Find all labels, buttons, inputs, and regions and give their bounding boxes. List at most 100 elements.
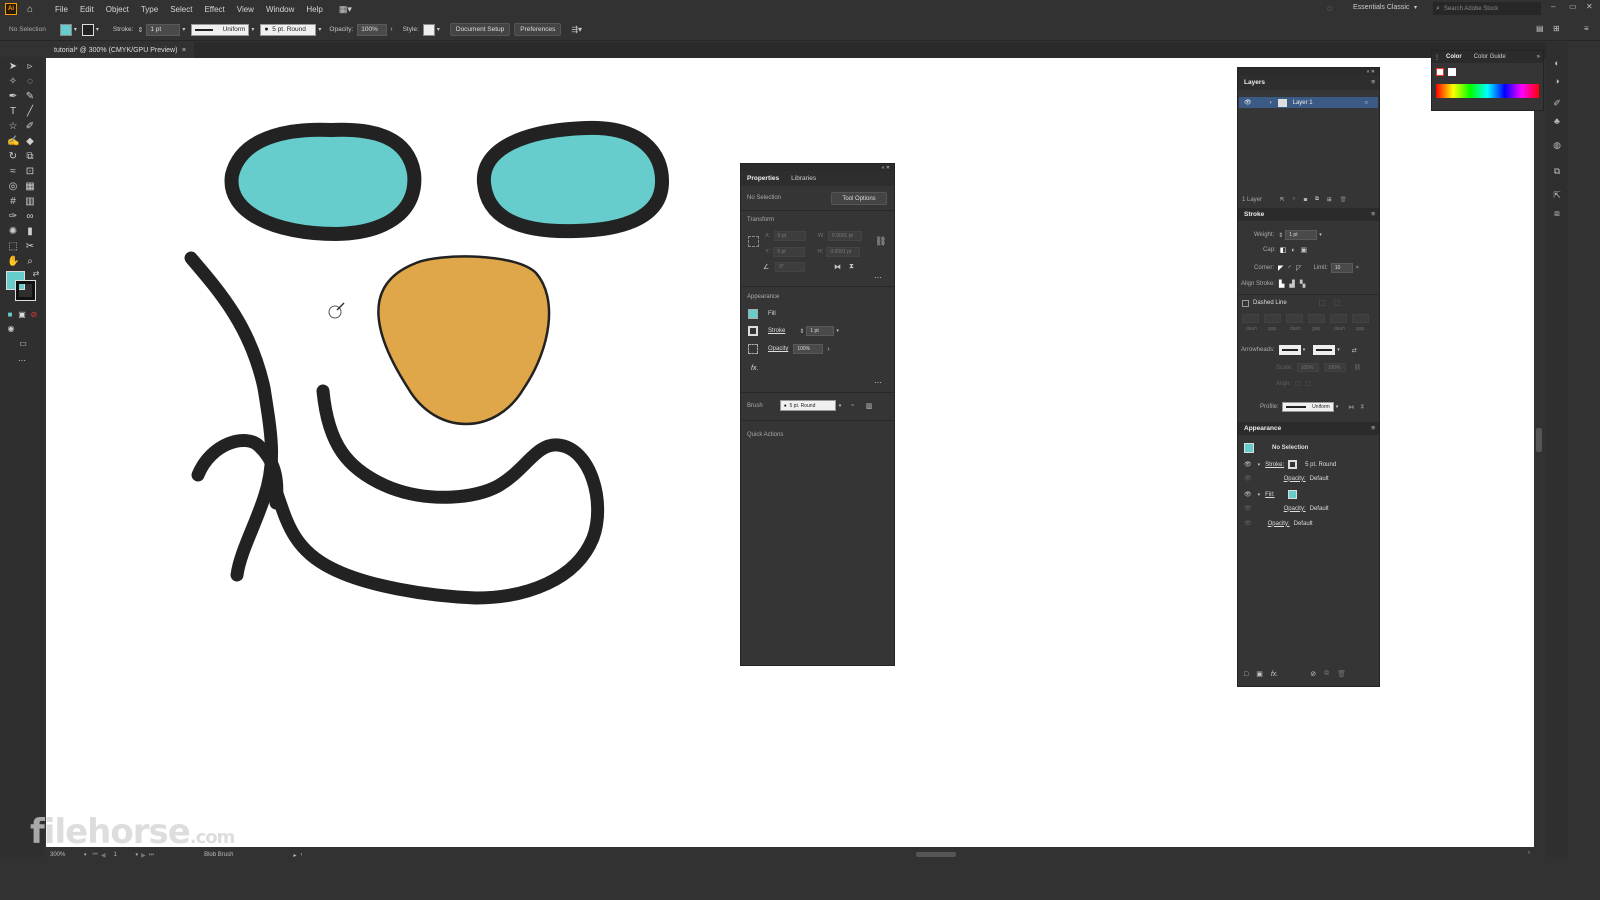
screen-mode-icon[interactable]: ▭ xyxy=(17,338,29,350)
visibility-eye-icon[interactable]: 👁 xyxy=(1244,520,1252,527)
link-icon[interactable]: ⛓ xyxy=(1354,364,1362,371)
clear-appearance-icon[interactable]: ⊘ xyxy=(1310,670,1316,678)
new-layer-icon[interactable]: ⊞ xyxy=(1327,197,1332,203)
fill-swatch[interactable] xyxy=(1288,490,1298,499)
h-field[interactable]: 0.0001 pt xyxy=(826,247,861,257)
visibility-eye-icon[interactable]: 👁 xyxy=(1244,491,1252,498)
chevron-down-icon[interactable]: ▾ xyxy=(1337,347,1340,353)
chevron-down-icon[interactable]: ▾ xyxy=(136,852,139,858)
zoom-tool-icon[interactable]: ⌕ xyxy=(24,256,36,268)
variable-width-profile[interactable]: Uniform xyxy=(191,23,250,36)
square-cap-icon[interactable]: ▣ xyxy=(1301,246,1308,254)
artboard-tool-icon[interactable]: ⬚ xyxy=(7,241,19,253)
gap-field[interactable] xyxy=(1308,314,1325,323)
perspective-grid-tool-icon[interactable]: ▦ xyxy=(24,181,36,193)
style-swatch[interactable] xyxy=(422,23,435,36)
collapse-icon[interactable]: « xyxy=(1367,69,1370,75)
chevron-down-icon[interactable]: ▾ xyxy=(437,26,440,33)
end-scale-field[interactable]: 100% xyxy=(1323,363,1346,372)
opacity-label[interactable]: Opacity: xyxy=(329,26,353,33)
chevron-right-icon[interactable]: › xyxy=(827,346,829,353)
hand-tool-icon[interactable]: ✋ xyxy=(7,256,19,268)
visibility-eye-icon[interactable]: 👁 xyxy=(1244,505,1252,512)
expand-arrow-icon[interactable]: ▾ xyxy=(1258,492,1261,498)
export-icon[interactable]: ⇱ xyxy=(1280,197,1285,203)
symbols-icon[interactable]: ♣ xyxy=(1551,116,1563,128)
limit-field[interactable]: 10 xyxy=(1330,263,1353,273)
search-stock-field[interactable]: ⌕ Search Adobe Stock xyxy=(1433,2,1541,15)
start-arrowhead-dropdown[interactable] xyxy=(1278,345,1301,355)
rotate-tool-icon[interactable]: ↻ xyxy=(7,151,19,163)
graphic-styles-icon[interactable]: ⧉ xyxy=(1551,166,1563,178)
document-setup-button[interactable]: Document Setup xyxy=(449,23,511,36)
visibility-eye-icon[interactable]: 👁 xyxy=(1244,461,1252,468)
stroke-swatch[interactable] xyxy=(81,23,94,36)
panel-menu-icon[interactable]: ≡ xyxy=(1371,425,1375,432)
layer-name[interactable]: Layer 1 xyxy=(1293,100,1313,106)
color-mode-icon[interactable]: ■ xyxy=(4,309,16,321)
swap-colors-icon[interactable]: ⇄ xyxy=(30,268,42,280)
flip-across-icon[interactable]: ⧗ xyxy=(1360,404,1364,411)
pen-tool-icon[interactable]: ✒ xyxy=(7,91,19,103)
clip-mask-icon[interactable]: ◙ xyxy=(1304,197,1307,203)
close-tab-icon[interactable]: × xyxy=(182,47,186,54)
tab-stroke[interactable]: Stroke xyxy=(1238,209,1270,221)
menu-view[interactable]: View xyxy=(237,5,254,14)
tab-appearance[interactable]: Appearance xyxy=(1238,423,1287,435)
fill-swatch[interactable] xyxy=(748,309,758,319)
shaper-tool-icon[interactable]: ✍ xyxy=(7,136,19,148)
artboard-number[interactable]: 1 xyxy=(114,852,136,858)
brush-options-icon[interactable]: ▫ xyxy=(851,402,853,409)
align-icon[interactable]: ▤ xyxy=(1536,24,1544,33)
visibility-eye-icon[interactable]: 👁 xyxy=(1244,475,1252,482)
document-tab[interactable]: tutorial* @ 300% (CMYK/GPU Preview) × xyxy=(46,42,194,58)
vertical-scrollbar[interactable] xyxy=(1536,428,1542,452)
opacity-field[interactable]: 100% xyxy=(793,344,824,354)
transparency-icon[interactable]: ◍ xyxy=(1551,140,1563,152)
chevron-down-icon[interactable]: ▾ xyxy=(1303,347,1306,353)
arrow-tip-beyond-icon[interactable]: ⬚ xyxy=(1295,380,1301,387)
start-scale-field[interactable]: 100% xyxy=(1296,363,1319,372)
maximize-icon[interactable]: ▭ xyxy=(1569,2,1577,11)
stroke-swatch[interactable] xyxy=(748,326,758,336)
asset-export-icon[interactable]: ⇱ xyxy=(1551,190,1563,202)
zoom-level[interactable]: 300% xyxy=(50,852,84,858)
stroke-label[interactable]: Stroke xyxy=(768,328,785,334)
gradient-mode-icon[interactable]: ▣ xyxy=(16,309,28,321)
chevron-down-icon[interactable]: ▾ xyxy=(251,26,254,33)
target-icon[interactable]: ○ xyxy=(1364,100,1368,106)
tab-layers[interactable]: Layers xyxy=(1238,77,1271,89)
magic-wand-tool-icon[interactable]: ✧ xyxy=(7,76,19,88)
scroll-right-icon[interactable]: › xyxy=(1528,850,1530,856)
panel-menu-icon[interactable]: ≡ xyxy=(1371,211,1375,218)
chevron-down-icon[interactable]: ▾ xyxy=(1319,232,1322,238)
arrange-icon[interactable]: ⇶▾ xyxy=(571,25,582,34)
type-tool-icon[interactable]: T xyxy=(7,106,19,118)
flip-along-icon[interactable]: ⧓ xyxy=(1348,404,1354,411)
chevron-down-icon[interactable]: ▾ xyxy=(318,26,321,33)
opacity-field[interactable]: 100% xyxy=(357,23,388,36)
line-tool-icon[interactable]: ╱ xyxy=(24,106,36,118)
opacity-label[interactable]: Opacity xyxy=(768,346,788,352)
arrow-tip-at-icon[interactable]: ⬚ xyxy=(1305,380,1311,387)
shape-builder-tool-icon[interactable]: ◎ xyxy=(7,181,19,193)
lightbulb-icon[interactable]: ◌ xyxy=(1327,3,1332,13)
delete-item-icon[interactable]: 🗑 xyxy=(1337,670,1346,678)
more-tools-icon[interactable]: ⋯ xyxy=(16,355,28,367)
appearance-fill-label[interactable]: Fill: xyxy=(1265,492,1274,498)
first-artboard-icon[interactable]: ⏮ xyxy=(93,852,98,859)
add-effect-icon[interactable]: fx. xyxy=(1271,671,1278,678)
tool-options-button[interactable]: Tool Options xyxy=(831,192,887,205)
reference-point-icon[interactable] xyxy=(748,236,759,247)
selection-tool-icon[interactable]: ➤ xyxy=(7,61,19,73)
constrain-proportions-icon[interactable]: ⛓ xyxy=(875,236,886,247)
end-arrowhead-dropdown[interactable] xyxy=(1313,345,1336,355)
last-artboard-icon[interactable]: ⏭ xyxy=(149,852,154,859)
symbol-sprayer-tool-icon[interactable]: ✺ xyxy=(7,226,19,238)
menu-object[interactable]: Object xyxy=(106,5,129,14)
arrange-documents-icon[interactable]: ▦▾ xyxy=(339,4,352,15)
expand-arrow-icon[interactable]: ▾ xyxy=(1258,462,1261,468)
chevron-right-icon[interactable]: › xyxy=(390,26,392,33)
paintbrush-tool-icon[interactable]: ✐ xyxy=(24,121,36,133)
expand-icon[interactable]: » xyxy=(1537,54,1540,60)
